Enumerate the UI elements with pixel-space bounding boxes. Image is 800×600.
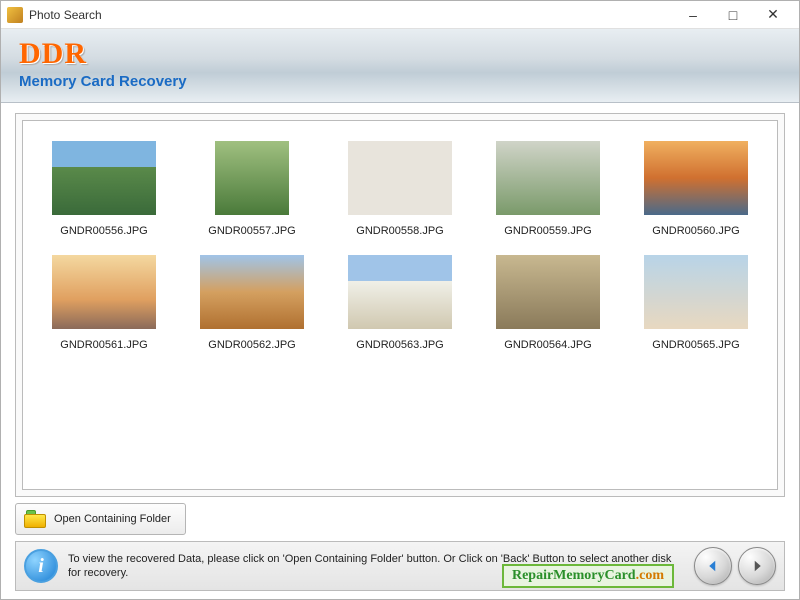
open-folder-label: Open Containing Folder xyxy=(54,513,171,525)
thumbnail-filename: GNDR00562.JPG xyxy=(208,339,295,351)
thumbnail-item[interactable]: GNDR00556.JPG xyxy=(35,141,173,237)
thumbnail-image xyxy=(215,141,289,215)
action-row: Open Containing Folder xyxy=(15,503,785,535)
thumbnail-filename: GNDR00561.JPG xyxy=(60,339,147,351)
thumbnail-image xyxy=(348,141,452,215)
thumbnail-filename: GNDR00565.JPG xyxy=(652,339,739,351)
window-controls: – □ ✕ xyxy=(673,1,793,29)
info-icon: i xyxy=(24,549,58,583)
arrow-right-icon xyxy=(748,557,766,575)
thumbnail-grid: GNDR00556.JPG GNDR00557.JPG GNDR00558.JPG G… xyxy=(35,141,765,351)
forward-button[interactable] xyxy=(738,547,776,585)
maximize-button[interactable]: □ xyxy=(713,1,753,29)
thumbnail-filename: GNDR00563.JPG xyxy=(356,339,443,351)
thumbnail-filename: GNDR00560.JPG xyxy=(652,225,739,237)
window-title: Photo Search xyxy=(29,8,673,22)
thumbnail-image xyxy=(52,255,156,329)
thumbnail-item[interactable]: GNDR00565.JPG xyxy=(627,255,765,351)
thumbnail-filename: GNDR00559.JPG xyxy=(504,225,591,237)
thumbnail-image xyxy=(200,255,304,329)
main-area: GNDR00556.JPG GNDR00557.JPG GNDR00558.JPG G… xyxy=(1,103,799,537)
watermark-text: RepairMemoryCard xyxy=(512,568,636,583)
thumbnail-filename: GNDR00564.JPG xyxy=(504,339,591,351)
back-button[interactable] xyxy=(694,547,732,585)
watermark-tld: .com xyxy=(636,568,664,583)
thumbnail-filename: GNDR00558.JPG xyxy=(356,225,443,237)
thumbnail-panel: GNDR00556.JPG GNDR00557.JPG GNDR00558.JPG G… xyxy=(15,113,785,497)
thumbnail-image xyxy=(644,141,748,215)
open-containing-folder-button[interactable]: Open Containing Folder xyxy=(15,503,186,535)
arrow-left-icon xyxy=(704,557,722,575)
thumbnail-image xyxy=(52,141,156,215)
thumbnail-scroll[interactable]: GNDR00556.JPG GNDR00557.JPG GNDR00558.JPG G… xyxy=(22,120,778,490)
thumbnail-item[interactable]: GNDR00562.JPG xyxy=(183,255,321,351)
footer-bar: i To view the recovered Data, please cli… xyxy=(15,541,785,591)
thumbnail-filename: GNDR00556.JPG xyxy=(60,225,147,237)
thumbnail-image xyxy=(496,255,600,329)
close-button[interactable]: ✕ xyxy=(753,1,793,29)
watermark: RepairMemoryCard.com xyxy=(502,564,674,588)
folder-icon xyxy=(24,510,46,528)
thumbnail-item[interactable]: GNDR00561.JPG xyxy=(35,255,173,351)
brand-subtitle: Memory Card Recovery xyxy=(19,73,781,90)
brand-logo: DDR xyxy=(19,37,781,71)
minimize-button[interactable]: – xyxy=(673,1,713,29)
header-banner: DDR Memory Card Recovery xyxy=(1,29,799,103)
thumbnail-image xyxy=(348,255,452,329)
thumbnail-item[interactable]: GNDR00563.JPG xyxy=(331,255,469,351)
thumbnail-image xyxy=(496,141,600,215)
thumbnail-item[interactable]: GNDR00557.JPG xyxy=(183,141,321,237)
thumbnail-image xyxy=(644,255,748,329)
thumbnail-item[interactable]: GNDR00564.JPG xyxy=(479,255,617,351)
thumbnail-item[interactable]: GNDR00560.JPG xyxy=(627,141,765,237)
app-icon xyxy=(7,7,23,23)
thumbnail-item[interactable]: GNDR00558.JPG xyxy=(331,141,469,237)
nav-buttons xyxy=(694,547,776,585)
thumbnail-filename: GNDR00557.JPG xyxy=(208,225,295,237)
titlebar: Photo Search – □ ✕ xyxy=(1,1,799,29)
app-window: Photo Search – □ ✕ DDR Memory Card Recov… xyxy=(0,0,800,600)
thumbnail-item[interactable]: GNDR00559.JPG xyxy=(479,141,617,237)
